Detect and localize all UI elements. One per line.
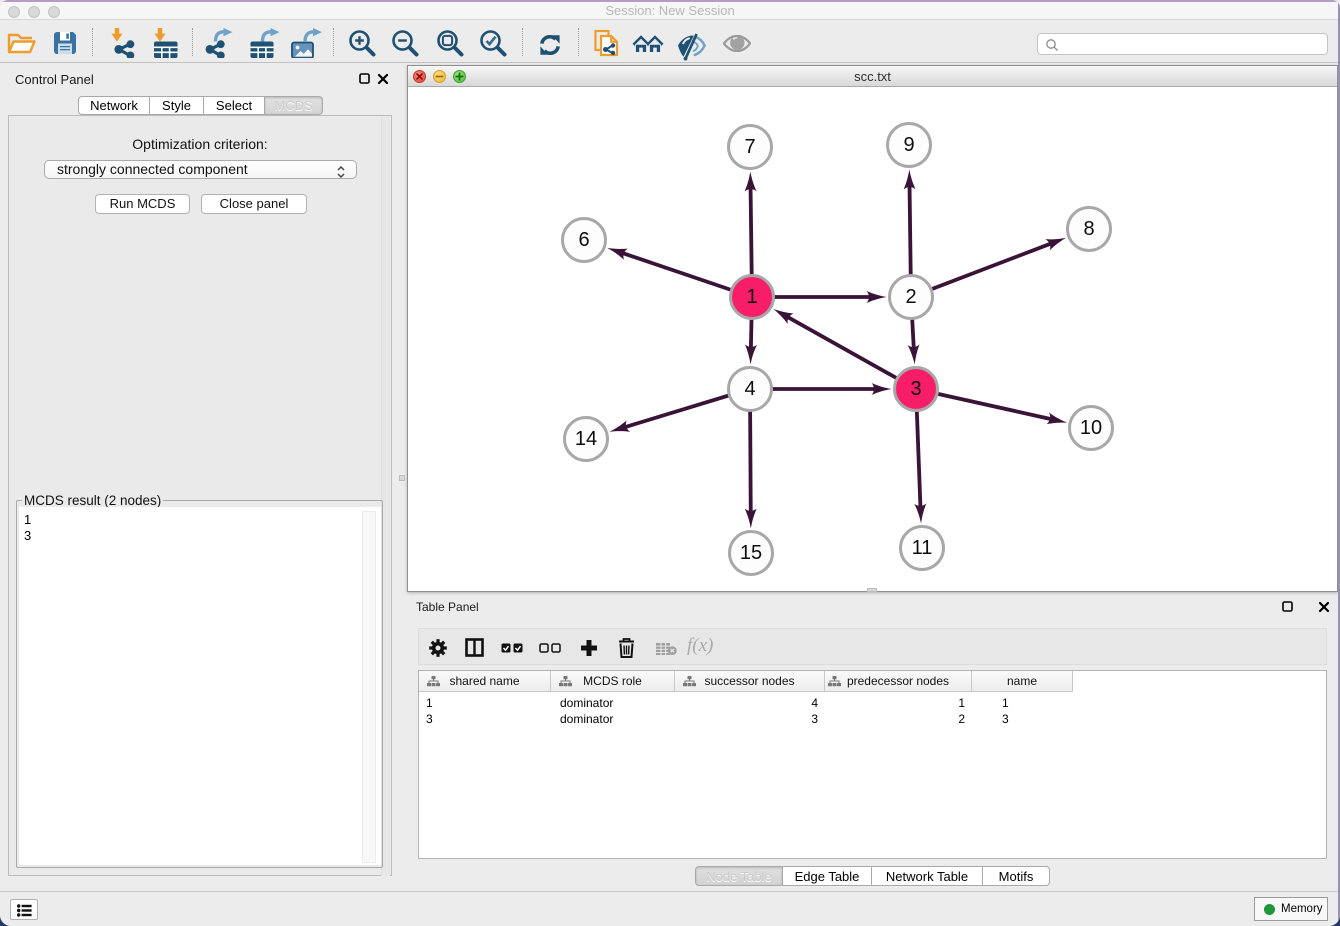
svg-text:10: 10 [1080, 417, 1102, 439]
svg-text:3: 3 [910, 378, 921, 400]
svg-text:14: 14 [575, 428, 597, 450]
svg-text:8: 8 [1083, 218, 1094, 240]
svg-text:9: 9 [903, 134, 914, 156]
svg-text:4: 4 [744, 378, 755, 400]
svg-text:11: 11 [912, 537, 933, 559]
svg-text:15: 15 [740, 542, 762, 564]
svg-text:7: 7 [744, 136, 755, 158]
svg-text:2: 2 [905, 286, 916, 308]
svg-text:6: 6 [578, 229, 589, 251]
svg-text:1: 1 [746, 286, 757, 308]
